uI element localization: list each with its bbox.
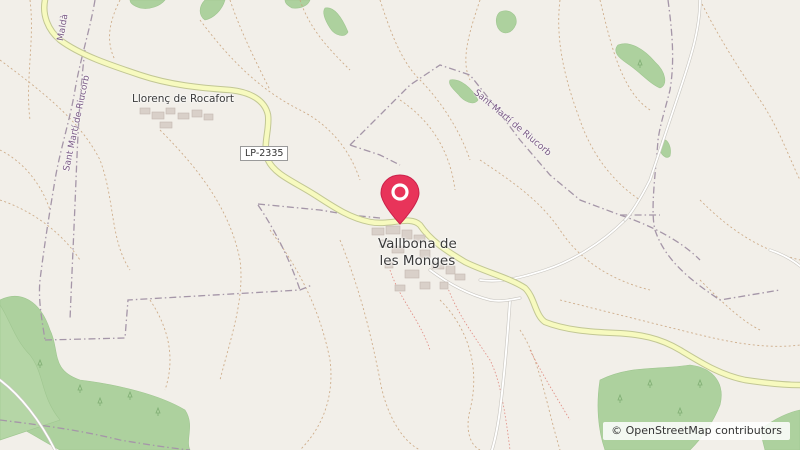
- map-pin-icon: [380, 174, 420, 225]
- town-label-vallbona: Vallbona de les Monges: [378, 236, 457, 270]
- town-label-line1: Vallbona de: [378, 236, 457, 252]
- location-marker[interactable]: [378, 174, 422, 226]
- road-shield-lp2335: LP-2335: [240, 146, 289, 161]
- map-attribution[interactable]: © OpenStreetMap contributors: [603, 422, 790, 440]
- town-label-line2: les Monges: [379, 253, 456, 269]
- map-view[interactable]: Vallbona de les Monges Llorenç de Rocafo…: [0, 0, 800, 450]
- village-label-llorenc: Llorenç de Rocafort: [132, 93, 234, 105]
